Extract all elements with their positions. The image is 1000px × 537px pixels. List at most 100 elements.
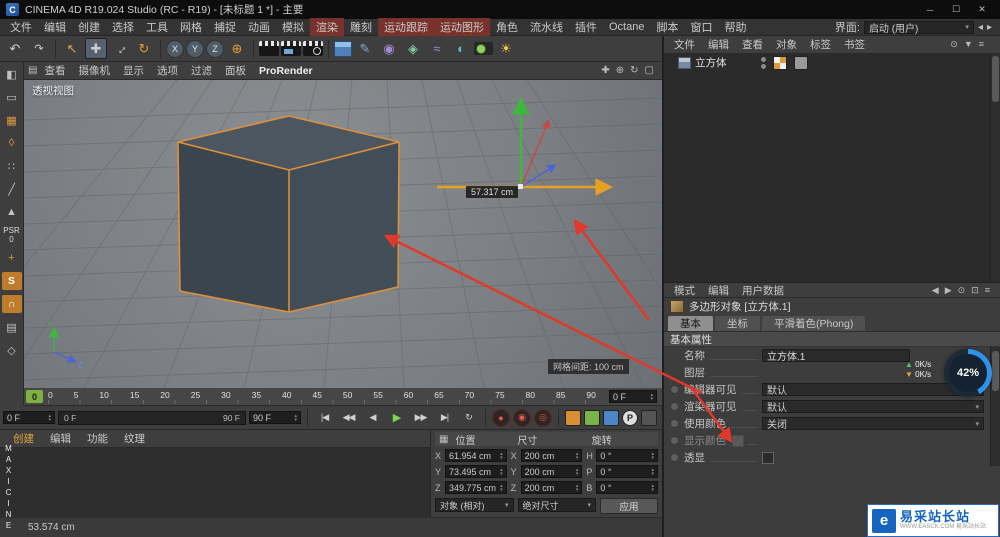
spinner-icon[interactable]: [652, 452, 655, 460]
edges-mode-icon[interactable]: ╱: [2, 180, 22, 198]
menu-item-snap[interactable]: 捕捉: [208, 18, 242, 36]
autokey-button[interactable]: ◉: [513, 408, 531, 427]
timeline-ruler[interactable]: 0 5 10 15 20 25 30 35 40 45 50 55 60 65 70 75 80 85 90 0 0…: [24, 388, 662, 406]
am-menu-edit[interactable]: 编辑: [702, 283, 735, 298]
timeline-ruler-ticks[interactable]: 0 5 10 15 20 25 30 35 40 45 50 55 60 65 70 75 80 85 90: [48, 390, 596, 400]
model-mode-icon[interactable]: ▭: [2, 88, 22, 106]
viewport-menu-panel[interactable]: 面板: [219, 63, 252, 78]
tab-basic[interactable]: 基本: [668, 316, 713, 331]
workplane-mode-icon[interactable]: ◊: [2, 134, 22, 152]
menu-item-file[interactable]: 文件: [4, 18, 38, 36]
next-frame-button[interactable]: ▶▶: [410, 409, 431, 427]
rotation-b-field[interactable]: 0 °: [596, 481, 659, 494]
keying-scale-toggle[interactable]: [584, 409, 600, 426]
viewport-menu-display[interactable]: 显示: [117, 63, 150, 78]
texture-mode-icon[interactable]: ▦: [2, 111, 22, 129]
lock-icon[interactable]: ◇: [2, 341, 22, 359]
object-name[interactable]: 立方体: [695, 55, 727, 70]
material-menu-edit[interactable]: 编辑: [43, 431, 78, 446]
position-x-field[interactable]: 61.954 cm: [445, 449, 507, 462]
menu-item-character[interactable]: 角色: [490, 18, 524, 36]
menu-item-mograph[interactable]: 运动图形: [434, 18, 490, 36]
live-selection-icon[interactable]: ↖: [61, 38, 83, 59]
menu-item-octane[interactable]: Octane: [603, 20, 650, 34]
anim-dot[interactable]: [670, 453, 679, 462]
viewport-menu-options[interactable]: 选项: [151, 63, 184, 78]
axis-mode-icon[interactable]: +: [2, 249, 22, 267]
om-scrollbar[interactable]: [990, 54, 1000, 282]
deformer-icon[interactable]: ≈: [426, 38, 448, 59]
filter-icon[interactable]: ▼: [964, 39, 973, 50]
minimize-button[interactable]: ─: [918, 2, 942, 17]
viewport-maximize-icon[interactable]: ▢: [645, 65, 654, 76]
menu-item-simulate[interactable]: 模拟: [276, 18, 310, 36]
menu-item-plugins[interactable]: 插件: [569, 18, 603, 36]
size-mode-dropdown[interactable]: 绝对尺寸: [517, 498, 596, 512]
om-menu-bookmarks[interactable]: 书签: [838, 37, 871, 52]
viewport-menu-view[interactable]: 查看: [38, 63, 71, 78]
menu-item-create[interactable]: 创建: [72, 18, 106, 36]
goto-start-button[interactable]: |◀: [314, 409, 335, 427]
spinner-icon[interactable]: [576, 468, 579, 476]
interface-prev-icon[interactable]: ◂: [978, 22, 983, 33]
material-list-area[interactable]: [0, 448, 430, 517]
render-visible-dropdown[interactable]: 默认: [762, 400, 984, 414]
visibility-dots[interactable]: [760, 56, 766, 69]
points-mode-icon[interactable]: ∷: [2, 157, 22, 175]
size-y-field[interactable]: 200 cm: [520, 465, 583, 478]
render-view-icon[interactable]: [259, 41, 279, 56]
panel-menu-icon[interactable]: ▤: [28, 65, 37, 76]
material-menu-texture[interactable]: 纹理: [117, 431, 152, 446]
axis-gizmo[interactable]: [437, 97, 613, 196]
goto-end-button[interactable]: ▶|: [434, 409, 455, 427]
xray-checkbox[interactable]: [762, 451, 774, 464]
rotation-p-field[interactable]: 0 °: [596, 465, 659, 478]
rotation-h-field[interactable]: 0 °: [596, 449, 659, 462]
redo-icon[interactable]: ↷: [28, 38, 50, 59]
light-icon[interactable]: ☀: [495, 38, 517, 59]
object-manager-body[interactable]: 立方体: [664, 54, 1000, 282]
subdivision-surface-icon[interactable]: ◉: [378, 38, 400, 59]
am-scrollbar-thumb[interactable]: [992, 351, 999, 391]
name-input[interactable]: 立方体.1: [762, 349, 910, 363]
spinner-icon[interactable]: [576, 484, 579, 492]
viewport-menu-cameras[interactable]: 摄像机: [72, 63, 116, 78]
menu-item-pipeline[interactable]: 流水线: [524, 18, 569, 36]
spinner-icon[interactable]: [500, 484, 503, 492]
material-menu-function[interactable]: 功能: [80, 431, 115, 446]
om-menu-view[interactable]: 查看: [736, 37, 769, 52]
scale-tool-icon[interactable]: ↔: [109, 38, 131, 59]
spinner-icon[interactable]: [500, 468, 503, 476]
viewport-menu-filter[interactable]: 过滤: [185, 63, 218, 78]
preview-range-slider[interactable]: 0 F 90 F: [58, 410, 246, 425]
options-icon[interactable]: ≡: [985, 285, 990, 296]
make-editable-icon[interactable]: ◧: [2, 65, 22, 83]
phong-tag-icon[interactable]: [793, 55, 808, 70]
texture-tag-icon[interactable]: [772, 55, 787, 70]
timeline-playhead[interactable]: 0: [26, 390, 43, 403]
spinner-icon[interactable]: [652, 484, 655, 492]
tab-coordinates[interactable]: 坐标: [715, 316, 760, 331]
viewport-dolly-icon[interactable]: ⊕: [616, 65, 624, 76]
menu-item-script[interactable]: 脚本: [650, 18, 684, 36]
viewport-canvas[interactable]: Y Z 透视视图 57.317 cm 网格间距: 100 cm: [24, 80, 662, 388]
generator-icon[interactable]: ◈: [402, 38, 424, 59]
anim-dot[interactable]: [670, 419, 679, 428]
menu-item-tools[interactable]: 工具: [140, 18, 174, 36]
size-x-field[interactable]: 200 cm: [520, 449, 583, 462]
polygons-mode-icon[interactable]: ▲: [2, 203, 22, 221]
menu-item-window[interactable]: 窗口: [684, 18, 718, 36]
pin-icon[interactable]: ⊙: [958, 285, 966, 296]
viewport-menu-prorender[interactable]: ProRender: [253, 65, 319, 77]
menu-item-select[interactable]: 选择: [106, 18, 140, 36]
menu-item-mesh[interactable]: 网格: [174, 18, 208, 36]
render-settings-icon[interactable]: [303, 41, 323, 56]
record-keyframe-button[interactable]: ●: [492, 408, 510, 427]
om-menu-file[interactable]: 文件: [668, 37, 701, 52]
spline-pen-icon[interactable]: ✎: [354, 38, 376, 59]
add-cube-icon[interactable]: [334, 40, 352, 57]
keying-pla-toggle[interactable]: [641, 409, 657, 426]
am-menu-userdata[interactable]: 用户数据: [736, 283, 790, 298]
lock-x-button[interactable]: X: [166, 39, 184, 58]
menu-item-edit[interactable]: 编辑: [38, 18, 72, 36]
